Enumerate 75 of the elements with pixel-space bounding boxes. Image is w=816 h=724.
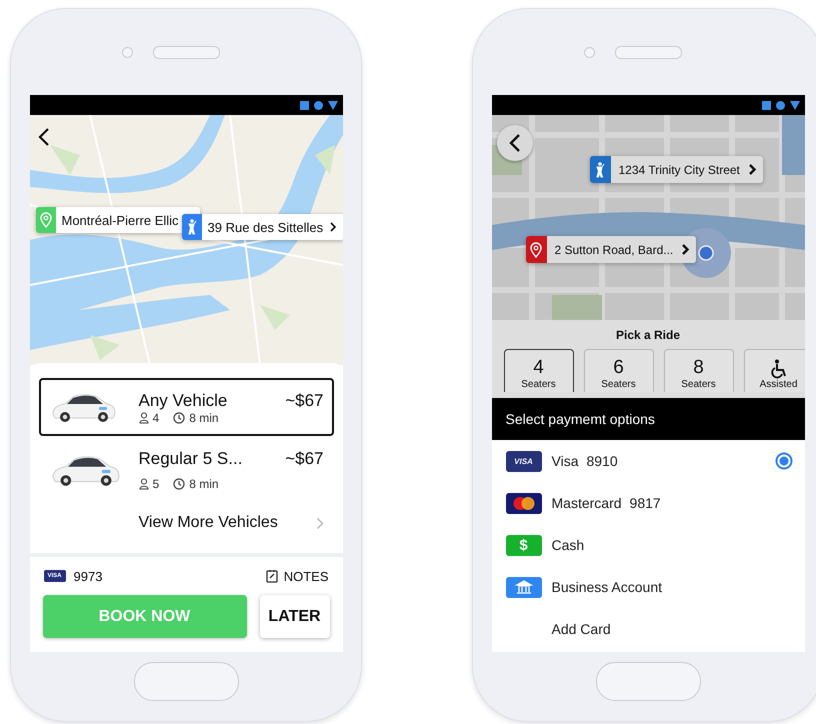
later-button[interactable]: LATER [260, 595, 330, 638]
notes-button[interactable]: NOTES [266, 568, 328, 584]
seat-number: 4 [533, 357, 544, 379]
circle-icon [776, 100, 784, 110]
fare-estimate: ~$67 [285, 391, 324, 411]
bank-icon [506, 576, 542, 598]
method-name: Cash [552, 537, 584, 553]
chevron-right-icon [316, 516, 324, 530]
square-icon [300, 100, 308, 110]
vehicle-name: Regular 5 S... [138, 449, 242, 469]
vehicle-option[interactable]: Any Vehicle ~$67 4 8 min [38, 378, 334, 436]
back-chevron-icon[interactable] [38, 127, 50, 147]
clock-icon [173, 478, 186, 490]
card-number: 9973 [74, 568, 102, 584]
vehicle-option[interactable]: Regular 5 S... ~$67 5 8 min [38, 443, 334, 495]
dollar-badge: $ [506, 534, 542, 556]
eta-text: 8 min [189, 411, 219, 425]
seat-number: 6 [613, 357, 624, 379]
sheet-header: Select paymemt options [492, 398, 804, 440]
seat-label: Seaters [681, 379, 716, 390]
location-callout[interactable]: 2 Sutton Road, Bard... [526, 236, 696, 263]
seat-option-tab[interactable]: Assisted [744, 349, 804, 392]
view-more-row[interactable]: View More Vehicles [38, 503, 334, 543]
seat-label: Assisted [760, 379, 798, 390]
location-callout[interactable]: 39 Rue des Sittelles [182, 214, 342, 240]
card-badge: VISA [506, 450, 542, 472]
panel-title: Pick a Ride [614, 327, 682, 344]
method-name: Business Account [552, 579, 662, 595]
walking-person-icon [186, 219, 196, 235]
seat-label: Seaters [601, 379, 636, 390]
circle-icon [314, 100, 322, 110]
method-name: Add Card [552, 621, 611, 637]
card-number: 9817 [630, 495, 661, 511]
radio-selected-icon[interactable] [774, 452, 792, 470]
location-callout[interactable]: 1234 Trinity City Street [590, 156, 763, 183]
note-pad-icon [266, 569, 278, 583]
wheelchair-icon [770, 359, 788, 379]
card-number: 8910 [586, 453, 618, 469]
seat-option-tab[interactable]: 8 Seaters [664, 349, 734, 392]
payment-option[interactable]: Business Account [492, 566, 804, 608]
fare-estimate: ~$67 [285, 449, 324, 469]
seat-number: 8 [693, 357, 704, 379]
seat-count: 4 [152, 411, 160, 425]
seat-label: Seaters [521, 379, 556, 390]
eta-text: 8 min [189, 477, 219, 491]
map-pin-icon [530, 242, 542, 258]
camera-dot [584, 46, 595, 58]
person-icon [138, 412, 148, 424]
back-chevron-icon [508, 133, 520, 153]
camera-dot [122, 46, 133, 58]
location-callout[interactable]: Montréal-Pierre Ellic [36, 207, 200, 233]
walking-person-icon [595, 162, 605, 178]
payment-option[interactable]: Add Card [492, 608, 804, 650]
seat-count: 5 [152, 477, 160, 491]
speaker-slot [615, 46, 682, 58]
map-pin-icon [40, 212, 52, 228]
payment-option[interactable]: $ Cash [492, 524, 804, 566]
square-icon [762, 100, 770, 110]
speaker-slot [153, 46, 220, 58]
view-more-label: View More Vehicles [138, 514, 279, 532]
method-name: Mastercard [552, 495, 622, 511]
card-circles-icon [506, 492, 542, 514]
method-name: Visa [552, 453, 578, 469]
vehicle-name: Any Vehicle [138, 391, 228, 411]
chevron-right-icon [329, 220, 338, 234]
triangle-icon [328, 100, 338, 110]
clock-icon [173, 412, 186, 424]
chevron-right-icon [681, 243, 690, 256]
person-icon [138, 478, 148, 490]
chevron-right-icon [748, 163, 757, 176]
payment-option[interactable]: VISA Visa 8910 [492, 440, 804, 482]
seat-option-tab[interactable]: 6 Seaters [584, 349, 654, 392]
payment-option[interactable]: Mastercard 9817 [492, 482, 804, 524]
triangle-icon [790, 100, 800, 110]
seat-option-tab[interactable]: 4 Seaters [504, 349, 574, 392]
